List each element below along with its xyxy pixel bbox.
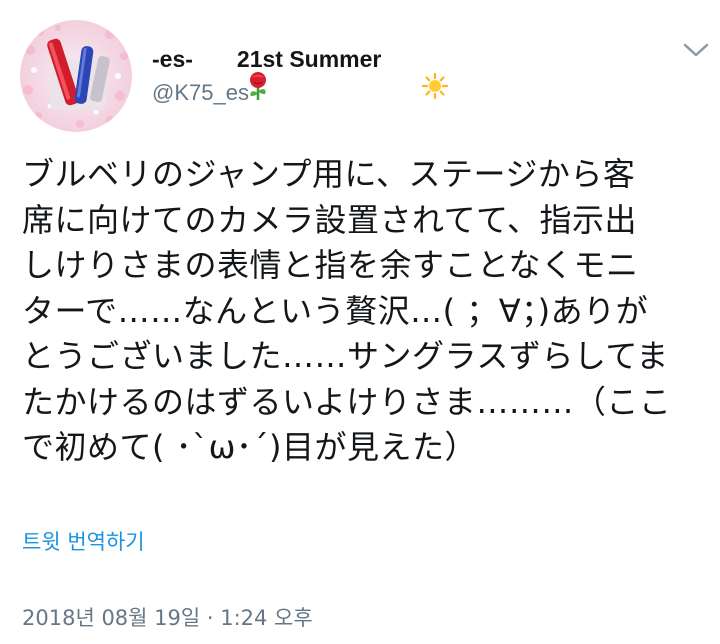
user-handle[interactable]: @K75_es: [152, 80, 249, 106]
sun-icon: [383, 46, 448, 100]
display-name-prefix: -es-: [152, 45, 193, 72]
tweet-text-line: で初めて( ･`ω･´)目が見えた）: [22, 428, 477, 466]
tweet-text-line: しけりさまの表情と指を余すことなくモニ: [22, 246, 639, 284]
tweet-text-line: たかけるのはずるいよけりさま………（ここ: [22, 382, 672, 421]
tweet-text-line: とうございました……サングラスずらしてま: [22, 337, 669, 375]
display-name[interactable]: -es- 21st Summer: [152, 42, 448, 100]
chevron-down-icon[interactable]: [680, 36, 712, 64]
translate-tweet-link[interactable]: 트윗 번역하기: [22, 526, 145, 556]
tweet-text-line: ターで……なんという贅沢…( ；∀；)ありが: [22, 291, 649, 330]
display-name-suffix: 21st Summer: [236, 45, 382, 72]
tweet-text: ブルベリのジャンプ用に、ステージから客 席に向けてのカメラ設置されてて、指示出 …: [22, 152, 702, 471]
tweet-timestamp[interactable]: 2018년 08월 19일 · 1:24 오후: [22, 602, 313, 632]
tweet-card: -es- 21st Summer @K75_es ブルベリのジャンプ用に、ステー…: [0, 0, 720, 644]
tweet-text-line: ブルベリのジャンプ用に、ステージから客: [22, 155, 636, 193]
rose-icon: [207, 44, 267, 100]
tweet-text-line: 席に向けてのカメラ設置されてて、指示出: [22, 200, 637, 239]
avatar[interactable]: [20, 20, 132, 132]
